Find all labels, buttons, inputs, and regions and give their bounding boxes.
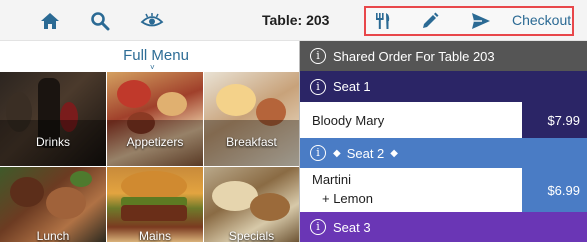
category-grid: Drinks Appetizers Breakfast Lunch Mains … [0, 72, 299, 242]
top-bar: Table: 203 Checkout [0, 0, 587, 41]
item-name: Martini [312, 172, 352, 187]
item-price: $7.99 [522, 102, 587, 138]
category-tile-lunch[interactable]: Lunch [0, 167, 106, 242]
checkout-button[interactable]: Checkout [512, 12, 571, 28]
category-tile-breakfast[interactable]: Breakfast [204, 72, 299, 166]
seat-header-1[interactable]: i Seat 1 [300, 71, 587, 102]
menu-header: Full Menu ˅ [0, 41, 299, 72]
info-icon[interactable]: i [310, 219, 326, 235]
category-label: Breakfast [226, 135, 277, 149]
pencil-icon[interactable] [421, 12, 439, 30]
table-label: Table: 203 [262, 12, 330, 28]
seat-label: Seat 1 [333, 79, 371, 94]
diamond-icon: ◆ [390, 147, 398, 159]
send-icon[interactable] [471, 12, 491, 30]
category-label: Specials [228, 229, 275, 242]
category-label: Drinks [35, 135, 70, 149]
order-item[interactable]: Bloody Mary $7.99 [300, 102, 587, 138]
home-icon[interactable] [38, 8, 62, 34]
info-icon[interactable]: i [310, 145, 326, 161]
eye-icon[interactable] [138, 8, 166, 34]
category-label: Mains [138, 229, 171, 242]
info-icon[interactable]: i [310, 78, 326, 95]
shared-order-header[interactable]: i Shared Order For Table 203 [300, 41, 587, 71]
category-tile-drinks[interactable]: Drinks [0, 72, 106, 166]
category-tile-appetizers[interactable]: Appetizers [107, 72, 203, 166]
menu-title[interactable]: Full Menu [0, 47, 312, 64]
order-item[interactable]: Martini + Lemon $6.99 [300, 168, 587, 212]
seat-label: Seat 3 [333, 219, 371, 235]
shared-order-title: Shared Order For Table 203 [333, 48, 495, 64]
item-modifier: + Lemon [322, 191, 373, 206]
category-tile-specials[interactable]: Specials [204, 167, 299, 242]
seat-header-2[interactable]: i ◆ Seat 2 ◆ [300, 138, 587, 168]
diamond-icon: ◆ [333, 147, 341, 159]
seat-header-3[interactable]: i Seat 3 [300, 212, 587, 242]
search-icon[interactable] [88, 8, 112, 34]
info-icon[interactable]: i [310, 48, 326, 64]
category-label: Lunch [36, 229, 70, 242]
item-name: Bloody Mary [312, 113, 385, 128]
order-actions-group: Checkout [364, 6, 574, 36]
fork-knife-icon[interactable] [374, 12, 392, 30]
order-panel: i Shared Order For Table 203 i Seat 1 Bl… [299, 41, 587, 242]
seat-label: Seat 2 [346, 145, 385, 161]
category-label: Appetizers [126, 135, 184, 149]
item-price: $6.99 [522, 168, 587, 212]
chevron-down-icon[interactable]: ˅ [150, 63, 155, 72]
category-tile-mains[interactable]: Mains [107, 167, 203, 242]
